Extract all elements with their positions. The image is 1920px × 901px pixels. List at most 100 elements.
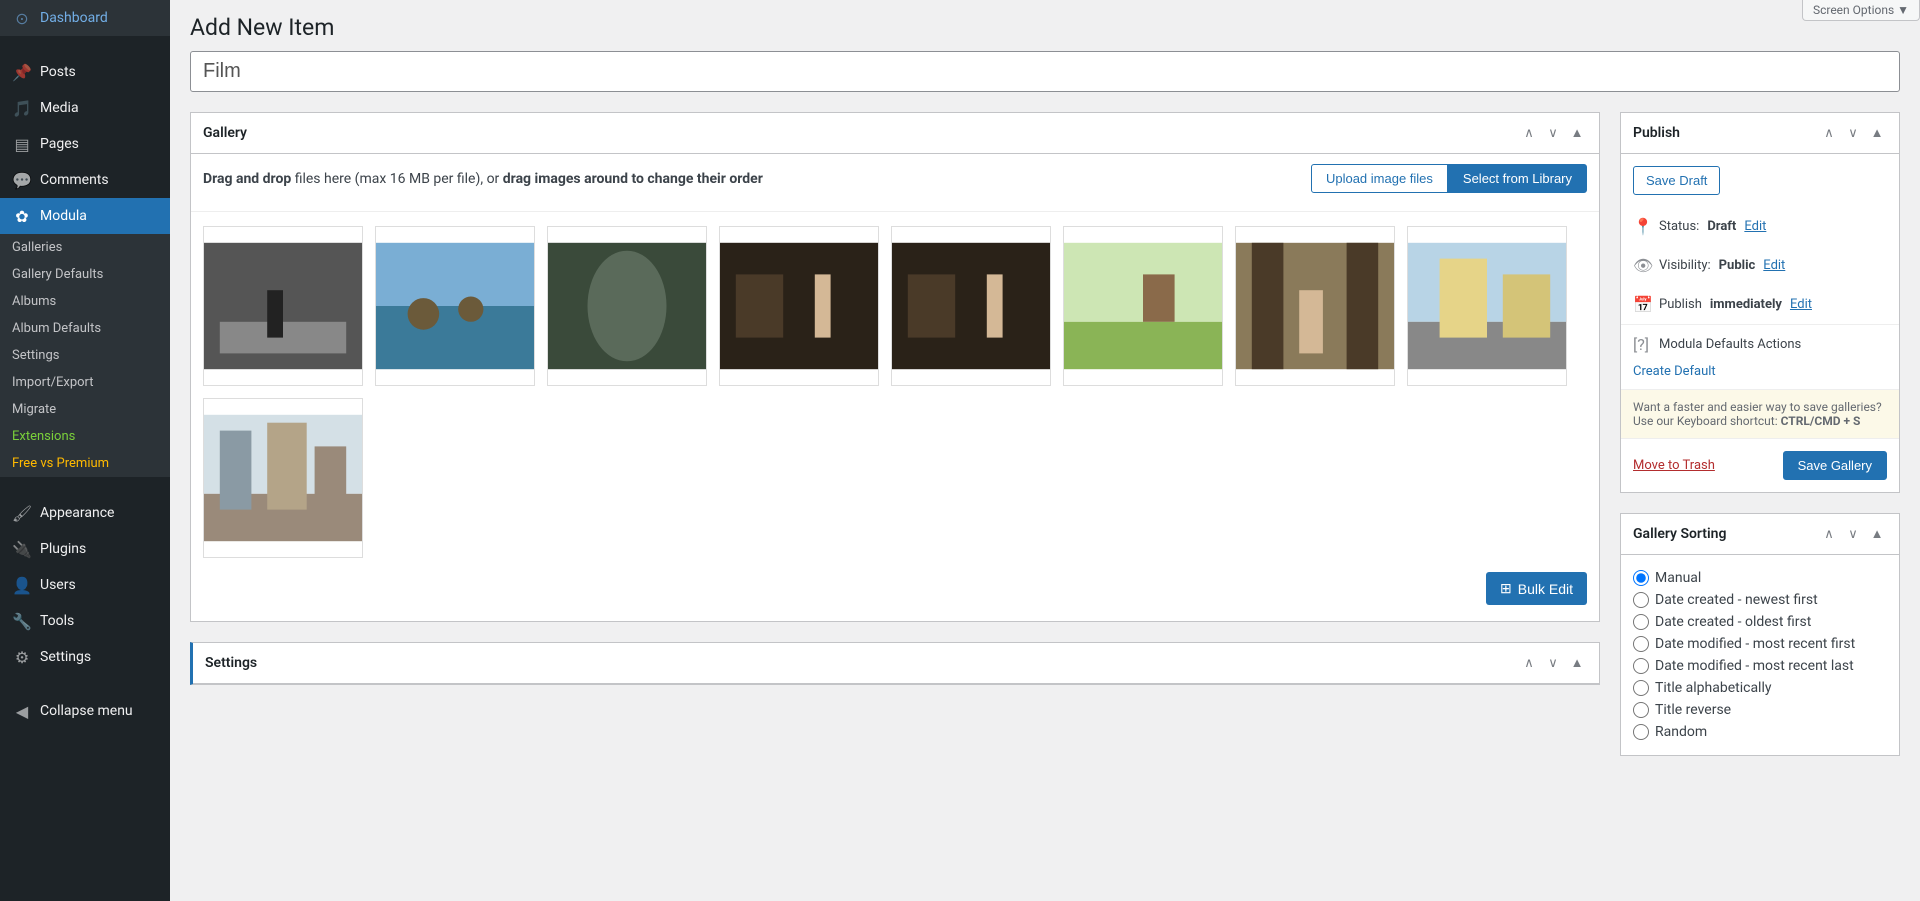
edit-status-link[interactable]: Edit bbox=[1744, 219, 1766, 234]
submenu-import-export[interactable]: Import/Export bbox=[0, 369, 170, 396]
media-icon: 🎵 bbox=[12, 98, 32, 118]
publish-title: Publish bbox=[1633, 125, 1680, 141]
status-label: Status: bbox=[1659, 219, 1699, 234]
gallery-thumbs[interactable] bbox=[191, 212, 1599, 572]
defaults-label: Modula Defaults Actions bbox=[1659, 337, 1801, 352]
sidebar-item-settings[interactable]: ⚙ Settings bbox=[0, 639, 170, 675]
publish-value: immediately bbox=[1710, 297, 1782, 312]
gallery-thumb[interactable] bbox=[1063, 226, 1223, 386]
screen-options-button[interactable]: Screen Options ▼ bbox=[1802, 0, 1920, 21]
gallery-thumb[interactable] bbox=[719, 226, 879, 386]
gallery-thumb[interactable] bbox=[375, 226, 535, 386]
gallery-thumb[interactable] bbox=[1235, 226, 1395, 386]
users-icon: 👤 bbox=[12, 575, 32, 595]
submenu-gallery-defaults[interactable]: Gallery Defaults bbox=[0, 261, 170, 288]
sidebar-label: Pages bbox=[40, 136, 79, 152]
gallery-title: Gallery bbox=[203, 125, 247, 141]
settings-title: Settings bbox=[205, 655, 257, 671]
sort-option-modified-first[interactable]: Date modified - most recent first bbox=[1633, 633, 1887, 655]
main-content: Screen Options ▼ Add New Item Gallery ∧ … bbox=[170, 0, 1920, 901]
sidebar-item-modula[interactable]: ✿ Modula bbox=[0, 198, 170, 234]
eye-icon: 👁 bbox=[1633, 256, 1651, 275]
submenu-free-vs-premium[interactable]: Free vs Premium bbox=[0, 450, 170, 477]
sort-option-date-oldest[interactable]: Date created - oldest first bbox=[1633, 611, 1887, 633]
sidebar-item-users[interactable]: 👤 Users bbox=[0, 567, 170, 603]
sort-option-date-newest[interactable]: Date created - newest first bbox=[1633, 589, 1887, 611]
select-from-library-button[interactable]: Select from Library bbox=[1448, 164, 1587, 193]
sidebar-label: Modula bbox=[40, 208, 87, 224]
pages-icon: ▤ bbox=[12, 134, 32, 154]
status-value: Draft bbox=[1707, 219, 1736, 234]
save-draft-button[interactable]: Save Draft bbox=[1633, 166, 1720, 195]
page-title: Add New Item bbox=[190, 0, 1900, 51]
move-to-trash-link[interactable]: Move to Trash bbox=[1633, 458, 1715, 473]
move-down-icon[interactable]: ∨ bbox=[1543, 653, 1563, 673]
sidebar-label: Media bbox=[40, 100, 79, 116]
gallery-thumb[interactable] bbox=[547, 226, 707, 386]
sort-option-random[interactable]: Random bbox=[1633, 721, 1887, 743]
sidebar-label: Comments bbox=[40, 172, 109, 188]
sidebar-item-collapse[interactable]: ◀ Collapse menu bbox=[0, 693, 170, 729]
help-icon: [?] bbox=[1633, 335, 1651, 354]
sidebar-label: Users bbox=[40, 577, 76, 593]
sidebar-label: Appearance bbox=[40, 505, 114, 521]
sidebar-label: Settings bbox=[40, 649, 91, 665]
sidebar-item-media[interactable]: 🎵 Media bbox=[0, 90, 170, 126]
sort-option-modified-last[interactable]: Date modified - most recent last bbox=[1633, 655, 1887, 677]
move-up-icon[interactable]: ∧ bbox=[1519, 653, 1539, 673]
admin-sidebar: ⊙ Dashboard 📌 Posts 🎵 Media ▤ Pages 💬 Co… bbox=[0, 0, 170, 901]
bulk-edit-button[interactable]: ⊞ Bulk Edit bbox=[1486, 572, 1587, 605]
move-up-icon[interactable]: ∧ bbox=[1519, 123, 1539, 143]
sidebar-item-plugins[interactable]: 🔌 Plugins bbox=[0, 531, 170, 567]
sidebar-item-pages[interactable]: ▤ Pages bbox=[0, 126, 170, 162]
move-up-icon[interactable]: ∧ bbox=[1819, 123, 1839, 143]
settings-icon: ⚙ bbox=[12, 647, 32, 667]
toggle-icon[interactable]: ▲ bbox=[1867, 123, 1887, 143]
toggle-icon[interactable]: ▲ bbox=[1567, 123, 1587, 143]
submenu-galleries[interactable]: Galleries bbox=[0, 234, 170, 261]
move-down-icon[interactable]: ∨ bbox=[1843, 123, 1863, 143]
gallery-thumb[interactable] bbox=[203, 226, 363, 386]
sidebar-item-posts[interactable]: 📌 Posts bbox=[0, 54, 170, 90]
sidebar-item-appearance[interactable]: 🖌 Appearance bbox=[0, 495, 170, 531]
create-default-link[interactable]: Create Default bbox=[1633, 364, 1716, 379]
sorting-postbox: Gallery Sorting ∧ ∨ ▲ Manual Date create… bbox=[1620, 513, 1900, 756]
sort-option-manual[interactable]: Manual bbox=[1633, 567, 1887, 589]
move-up-icon[interactable]: ∧ bbox=[1819, 524, 1839, 544]
publish-postbox: Publish ∧ ∨ ▲ Save Draft 📍 Status: Draft… bbox=[1620, 112, 1900, 493]
toggle-icon[interactable]: ▲ bbox=[1867, 524, 1887, 544]
gallery-thumb[interactable] bbox=[891, 226, 1051, 386]
visibility-label: Visibility: bbox=[1659, 258, 1711, 273]
toggle-icon[interactable]: ▲ bbox=[1567, 653, 1587, 673]
sidebar-label: Plugins bbox=[40, 541, 86, 557]
move-down-icon[interactable]: ∨ bbox=[1543, 123, 1563, 143]
sidebar-label: Dashboard bbox=[40, 10, 108, 26]
submenu-extensions[interactable]: Extensions bbox=[0, 423, 170, 450]
appearance-icon: 🖌 bbox=[12, 503, 32, 523]
settings-postbox: Settings ∧ ∨ ▲ bbox=[190, 642, 1600, 685]
gallery-thumb[interactable] bbox=[203, 398, 363, 558]
submenu-albums[interactable]: Albums bbox=[0, 288, 170, 315]
edit-visibility-link[interactable]: Edit bbox=[1763, 258, 1785, 273]
sidebar-item-tools[interactable]: 🔧 Tools bbox=[0, 603, 170, 639]
edit-publish-link[interactable]: Edit bbox=[1790, 297, 1812, 312]
sidebar-label: Collapse menu bbox=[40, 703, 133, 719]
gallery-thumb[interactable] bbox=[1407, 226, 1567, 386]
visibility-value: Public bbox=[1719, 258, 1756, 273]
move-down-icon[interactable]: ∨ bbox=[1843, 524, 1863, 544]
comments-icon: 💬 bbox=[12, 170, 32, 190]
sidebar-item-comments[interactable]: 💬 Comments bbox=[0, 162, 170, 198]
sort-option-title-alpha[interactable]: Title alphabetically bbox=[1633, 677, 1887, 699]
publish-label: Publish bbox=[1659, 297, 1702, 312]
keyboard-hint: Want a faster and easier way to save gal… bbox=[1621, 389, 1899, 439]
title-input[interactable] bbox=[190, 51, 1900, 92]
submenu-settings[interactable]: Settings bbox=[0, 342, 170, 369]
sort-option-title-reverse[interactable]: Title reverse bbox=[1633, 699, 1887, 721]
upload-image-files-button[interactable]: Upload image files bbox=[1311, 164, 1448, 193]
save-gallery-button[interactable]: Save Gallery bbox=[1783, 451, 1887, 480]
submenu-album-defaults[interactable]: Album Defaults bbox=[0, 315, 170, 342]
sorting-options: Manual Date created - newest first Date … bbox=[1621, 555, 1899, 755]
sidebar-item-dashboard[interactable]: ⊙ Dashboard bbox=[0, 0, 170, 36]
submenu-migrate[interactable]: Migrate bbox=[0, 396, 170, 423]
modula-icon: ✿ bbox=[12, 206, 32, 226]
